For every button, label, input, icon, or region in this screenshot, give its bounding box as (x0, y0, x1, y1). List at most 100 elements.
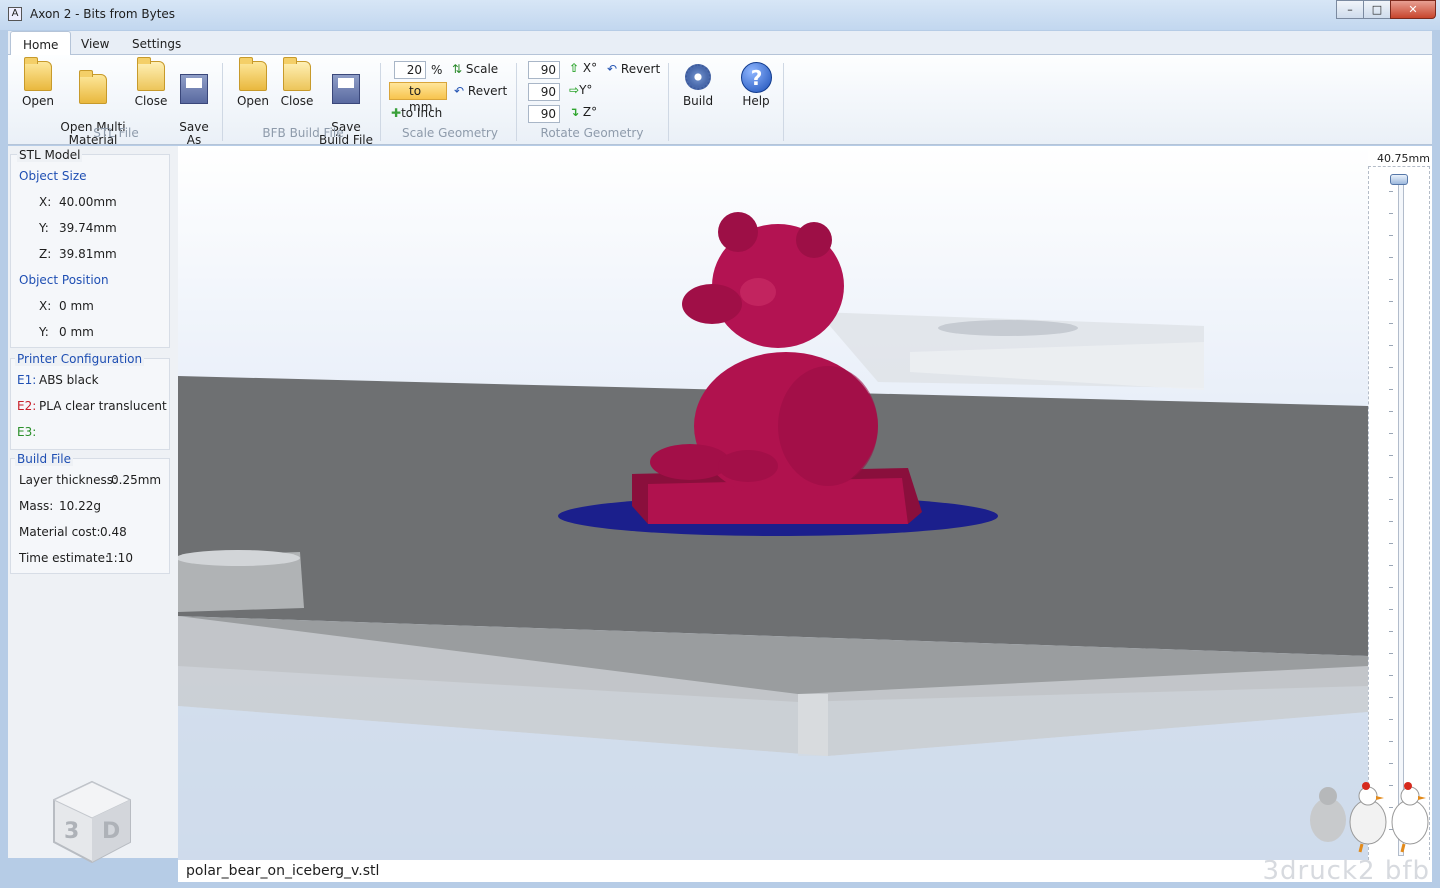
scale-percent-input[interactable]: 20 (394, 61, 426, 79)
undo-arrow-icon: ↶ (454, 84, 465, 98)
3d-systems-logo-icon: 3 D (52, 780, 132, 864)
e1-value: ABS black (39, 373, 99, 387)
size-y-label: Y: (39, 221, 49, 235)
rotate-x-input[interactable]: 90 (528, 61, 560, 79)
time-estimate-label: Time estimate: (19, 551, 110, 565)
rotate-revert-label: Revert (620, 62, 661, 76)
position-x-value: 0 mm (59, 299, 94, 313)
open-stl-button[interactable]: Open (18, 57, 58, 108)
scale-button[interactable]: ⇅ Scale (452, 61, 498, 77)
rotate-y-button[interactable]: ⇨Y° (569, 82, 592, 98)
window-controls: – □ ✕ (1336, 0, 1436, 20)
close-bfb-label: Close (280, 94, 314, 108)
window-title: Axon 2 - Bits from Bytes (30, 7, 176, 21)
rotate-x-button[interactable]: ⇧ X° (569, 60, 597, 76)
ribbon-separator (668, 63, 669, 141)
printer-config-title: Printer Configuration (15, 352, 145, 366)
rotate-revert-button[interactable]: ↶ Revert (607, 61, 660, 77)
3d-viewport[interactable] (178, 146, 1368, 860)
bfb-group-label: BFB Build File (262, 126, 344, 140)
position-y-value: 0 mm (59, 325, 94, 339)
tab-view[interactable]: View (69, 31, 121, 55)
svg-text:3: 3 (64, 819, 79, 844)
size-y-value: 39.74mm (59, 221, 117, 235)
open-stl-label: Open (21, 94, 55, 108)
tab-home[interactable]: Home (10, 31, 72, 55)
rotate-z-input[interactable]: 90 (528, 105, 560, 123)
build-file-box: Build File Layer thickness: 0.25mm Mass:… (10, 452, 170, 574)
close-stl-button[interactable]: Close (130, 57, 172, 108)
ribbon-separator (222, 63, 223, 141)
material-cost-label: Material cost: (19, 525, 101, 539)
help-label: Help (742, 94, 770, 108)
rotate-y-input[interactable]: 90 (528, 83, 560, 101)
e2-value: PLA clear translucent (39, 399, 167, 413)
loaded-filename: polar_bear_on_iceberg_v.stl (186, 863, 380, 879)
scale-group-label: Scale Geometry (402, 126, 498, 140)
chicken-mascot-icon (1310, 782, 1429, 853)
rotate-x-label: X° (582, 61, 598, 75)
close-stl-label: Close (134, 94, 168, 108)
build-label: Build (682, 94, 714, 108)
layer-height-slider[interactable]: 40.75mm (1368, 146, 1432, 860)
stl-file-group-label: STL File (93, 126, 139, 140)
ribbon-separator (380, 63, 381, 141)
rotate-y-label: Y° (579, 83, 593, 97)
save-disk-icon (332, 74, 360, 104)
to-inch-button[interactable]: ✚to Inch (391, 105, 442, 121)
left-info-panel: STL Model Object Size X: 40.00mm Y: 39.7… (8, 146, 178, 864)
printer-config-box: Printer Configuration E1: ABS black E2: … (10, 352, 170, 450)
layer-thickness-value: 0.25mm (111, 473, 162, 487)
to-inch-label: to Inch (401, 106, 443, 120)
close-window-button[interactable]: ✕ (1390, 0, 1436, 19)
build-file-title: Build File (15, 452, 74, 466)
app-logo-icon: A (8, 7, 22, 21)
mass-value: 10.22g (59, 499, 101, 513)
build-platform-scene (178, 212, 1368, 860)
to-mm-button[interactable]: to mm (389, 82, 447, 114)
size-z-value: 39.81mm (59, 247, 117, 261)
plus-icon: ✚ (391, 106, 402, 120)
object-size-heading: Object Size (19, 169, 87, 183)
ribbon-separator (783, 63, 784, 141)
size-x-value: 40.00mm (59, 195, 117, 209)
scale-arrows-icon: ⇅ (452, 62, 463, 76)
arrow-right-icon: ⇨ (569, 83, 580, 97)
slider-ticks (1389, 191, 1393, 851)
arrow-up-icon: ⇧ (569, 61, 580, 75)
help-icon: ? (741, 62, 772, 93)
scale-revert-button[interactable]: ↶ Revert (454, 83, 507, 99)
open-folder-icon (239, 57, 267, 91)
percent-unit: % (431, 63, 443, 77)
closed-folder-icon (137, 57, 165, 91)
maximize-button[interactable]: □ (1363, 0, 1391, 19)
tab-settings[interactable]: Settings (120, 31, 193, 55)
rotate-group-label: Rotate Geometry (540, 126, 644, 140)
rotate-z-button[interactable]: ↴ Z° (569, 104, 597, 120)
scale-revert-label: Revert (467, 84, 508, 98)
slider-thumb[interactable] (1390, 174, 1408, 185)
e1-label: E1: (17, 373, 37, 387)
close-bfb-button[interactable]: Close (276, 57, 318, 108)
undo-arrow-icon: ↶ (607, 62, 618, 76)
size-z-label: Z: (39, 247, 52, 261)
slider-track[interactable] (1398, 176, 1404, 856)
open-folder-icon (24, 57, 52, 91)
minimize-button[interactable]: – (1336, 0, 1364, 19)
rotate-z-label: Z° (582, 105, 598, 119)
save-disk-icon (180, 74, 208, 104)
gear-icon (685, 64, 711, 90)
title-bar: A Axon 2 - Bits from Bytes – □ ✕ (0, 0, 1440, 30)
size-x-label: X: (39, 195, 52, 209)
arrow-turn-icon: ↴ (569, 105, 580, 119)
open-bfb-button[interactable]: Open (233, 57, 273, 108)
material-cost-value: 0.48 (100, 525, 127, 539)
time-estimate-value: 1:10 (106, 551, 133, 565)
status-bar: polar_bear_on_iceberg_v.stl 3druck2 bfb (178, 858, 1432, 884)
layer-thickness-label: Layer thickness: (19, 473, 117, 487)
ribbon: Open Open Multi Material Close Save As S… (8, 55, 1432, 147)
object-position-heading: Object Position (19, 273, 109, 287)
open-folder-icon (79, 70, 107, 104)
e3-label: E3: (17, 425, 37, 439)
stl-model-title: STL Model (17, 148, 83, 162)
